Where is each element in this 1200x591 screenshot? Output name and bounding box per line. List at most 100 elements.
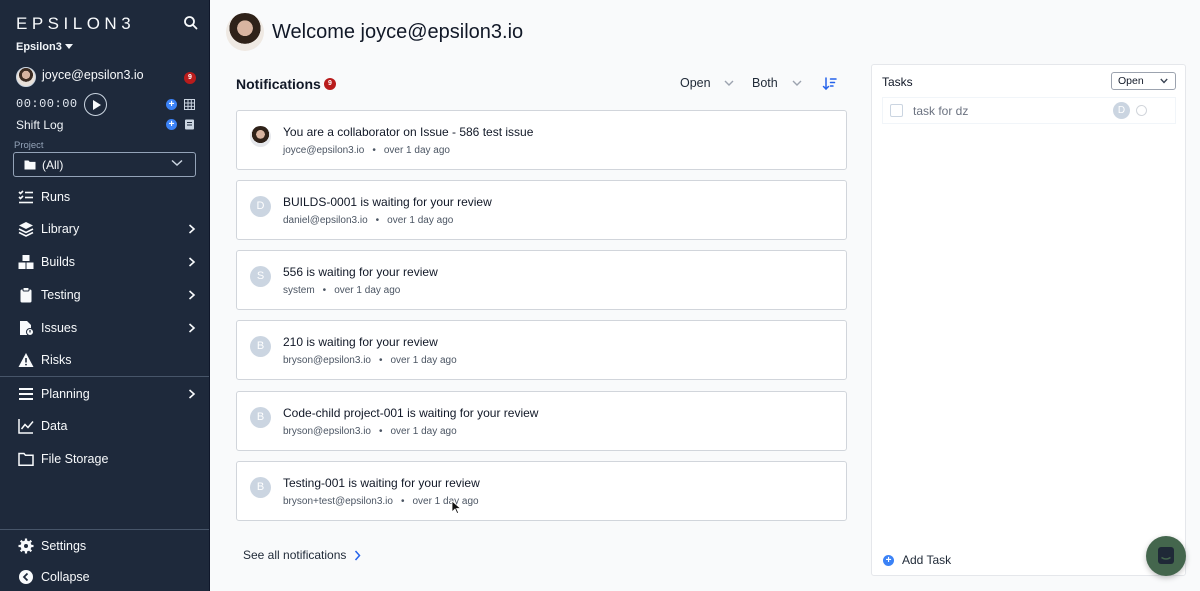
notification-card[interactable]: S 556 is waiting for your review system • ov…: [236, 250, 847, 310]
caret-down-icon: [64, 44, 73, 49]
sidebar-item-label: Builds: [41, 255, 76, 269]
notification-time: over 1 day ago: [334, 285, 401, 296]
sidebar-item-risks[interactable]: Risks: [0, 345, 209, 375]
bars-icon: [19, 388, 33, 400]
notification-count-badge: 9: [184, 72, 196, 84]
sidebar-item-label: File Storage: [41, 452, 109, 466]
separator-dot: •: [378, 355, 383, 366]
file-alert-icon: [20, 321, 34, 336]
sidebar-item-collapse[interactable]: Collapse: [0, 562, 209, 591]
sidebar-item-testing[interactable]: Testing: [0, 280, 209, 310]
task-assignee-avatar[interactable]: D: [1113, 102, 1130, 119]
sidebar-divider: [0, 529, 209, 530]
type-filter[interactable]: Both: [752, 76, 778, 90]
chevron-down-icon[interactable]: [792, 80, 802, 87]
notification-sender: bryson+test@epsilon3.io: [283, 496, 393, 507]
chevron-right-icon[interactable]: [354, 550, 361, 561]
play-timer-button[interactable]: [84, 93, 107, 116]
notification-card[interactable]: D BUILDS-0001 is waiting for your review d…: [236, 180, 847, 240]
separator-dot: •: [322, 285, 327, 296]
folder-icon: [24, 160, 36, 170]
avatar: B: [250, 477, 271, 498]
notification-title: 556 is waiting for your review: [283, 265, 438, 279]
sidebar-item-label: Runs: [41, 190, 71, 204]
chevron-right-icon: [188, 389, 196, 399]
see-all-notifications-link[interactable]: See all notifications: [243, 548, 346, 562]
notification-title: Code-child project-001 is waiting for yo…: [283, 406, 539, 420]
notification-meta: bryson+test@epsilon3.io • over 1 day ago: [283, 496, 479, 507]
notification-meta: bryson@epsilon3.io • over 1 day ago: [283, 426, 457, 437]
tasks-title: Tasks: [882, 75, 913, 89]
chevron-down-icon: [171, 159, 183, 167]
avatar: [16, 67, 36, 87]
line-chart-icon: [18, 419, 34, 434]
sidebar-item-planning[interactable]: Planning: [0, 379, 209, 409]
notification-time: over 1 day ago: [383, 145, 450, 156]
sidebar-item-file-storage[interactable]: File Storage: [0, 444, 209, 474]
sidebar-item-label: Data: [41, 419, 68, 433]
sidebar-item-settings[interactable]: Settings: [0, 531, 209, 561]
sidebar-item-runs[interactable]: Runs: [0, 182, 209, 212]
sidebar-divider: [0, 376, 209, 377]
chevron-down-icon: [1160, 78, 1168, 84]
chevron-down-icon[interactable]: [724, 80, 734, 87]
sidebar: EPSILON3 Epsilon3 joyce@epsilon3.io 9 00…: [0, 0, 210, 591]
page-title: Welcome joyce@epsilon3.io: [272, 21, 524, 43]
notification-meta: system • over 1 day ago: [283, 285, 400, 296]
sidebar-item-label: Settings: [41, 539, 87, 553]
add-task-button[interactable]: + Add Task: [883, 552, 973, 568]
notification-title: You are a collaborator on Issue - 586 te…: [283, 125, 534, 139]
chat-support-button[interactable]: [1146, 536, 1186, 576]
workspace-switcher[interactable]: Epsilon3: [16, 41, 73, 53]
avatar: S: [250, 266, 271, 287]
sidebar-item-library[interactable]: Library: [0, 214, 209, 244]
task-row[interactable]: task for dz D: [882, 97, 1176, 124]
mouse-cursor-icon: [451, 500, 461, 514]
task-checkbox[interactable]: [890, 104, 903, 117]
sidebar-item-issues[interactable]: Issues: [0, 313, 209, 343]
folder-icon: [18, 452, 34, 467]
sort-icon[interactable]: [822, 76, 838, 92]
notification-sender: system: [283, 285, 315, 296]
add-task-label: Add Task: [902, 553, 952, 567]
plus-icon: +: [883, 555, 894, 566]
chevron-right-icon: [188, 257, 196, 267]
status-filter[interactable]: Open: [680, 76, 711, 90]
avatar: D: [250, 196, 271, 217]
sidebar-item-label: Collapse: [41, 570, 90, 584]
workspace-label: Epsilon3: [16, 41, 62, 53]
clipboard-icon: [20, 287, 32, 303]
shift-log-label: Shift Log: [16, 118, 64, 132]
add-timer-icon[interactable]: +: [166, 99, 177, 110]
add-shift-log-icon[interactable]: +: [166, 119, 177, 130]
sidebar-item-data[interactable]: Data: [0, 411, 209, 441]
notification-card[interactable]: B Code-child project-001 is waiting for y…: [236, 391, 847, 451]
notebook-icon[interactable]: [184, 119, 195, 130]
sidebar-item-label: Planning: [41, 387, 90, 401]
task-label: task for dz: [913, 104, 969, 118]
table-icon[interactable]: [184, 99, 195, 110]
sidebar-item-builds[interactable]: Builds: [0, 247, 209, 277]
avatar: [250, 126, 271, 147]
separator-dot: •: [375, 215, 380, 226]
notification-time: over 1 day ago: [387, 215, 454, 226]
project-label: Project: [14, 140, 44, 151]
notification-card[interactable]: B 210 is waiting for your review bryson@ep…: [236, 320, 847, 380]
notification-sender: bryson@epsilon3.io: [283, 426, 371, 437]
chevron-right-icon: [188, 290, 196, 300]
notification-meta: daniel@epsilon3.io • over 1 day ago: [283, 215, 453, 226]
sidebar-item-label: Issues: [41, 321, 78, 335]
notification-card[interactable]: B Testing-001 is waiting for your review b…: [236, 461, 847, 521]
chat-icon: [1158, 547, 1174, 564]
notification-card[interactable]: You are a collaborator on Issue - 586 te…: [236, 110, 847, 170]
list-check-icon: [18, 190, 33, 204]
notifications-count-badge: 9: [324, 78, 336, 90]
user-menu[interactable]: joyce@epsilon3.io 9: [16, 67, 198, 89]
task-status-icon[interactable]: [1136, 105, 1147, 116]
search-icon[interactable]: [182, 14, 200, 32]
chevron-right-icon: [188, 224, 196, 234]
tasks-status-select[interactable]: Open: [1111, 72, 1176, 90]
gear-icon: [18, 538, 34, 554]
project-select[interactable]: (All): [13, 152, 196, 177]
notification-time: over 1 day ago: [390, 355, 457, 366]
